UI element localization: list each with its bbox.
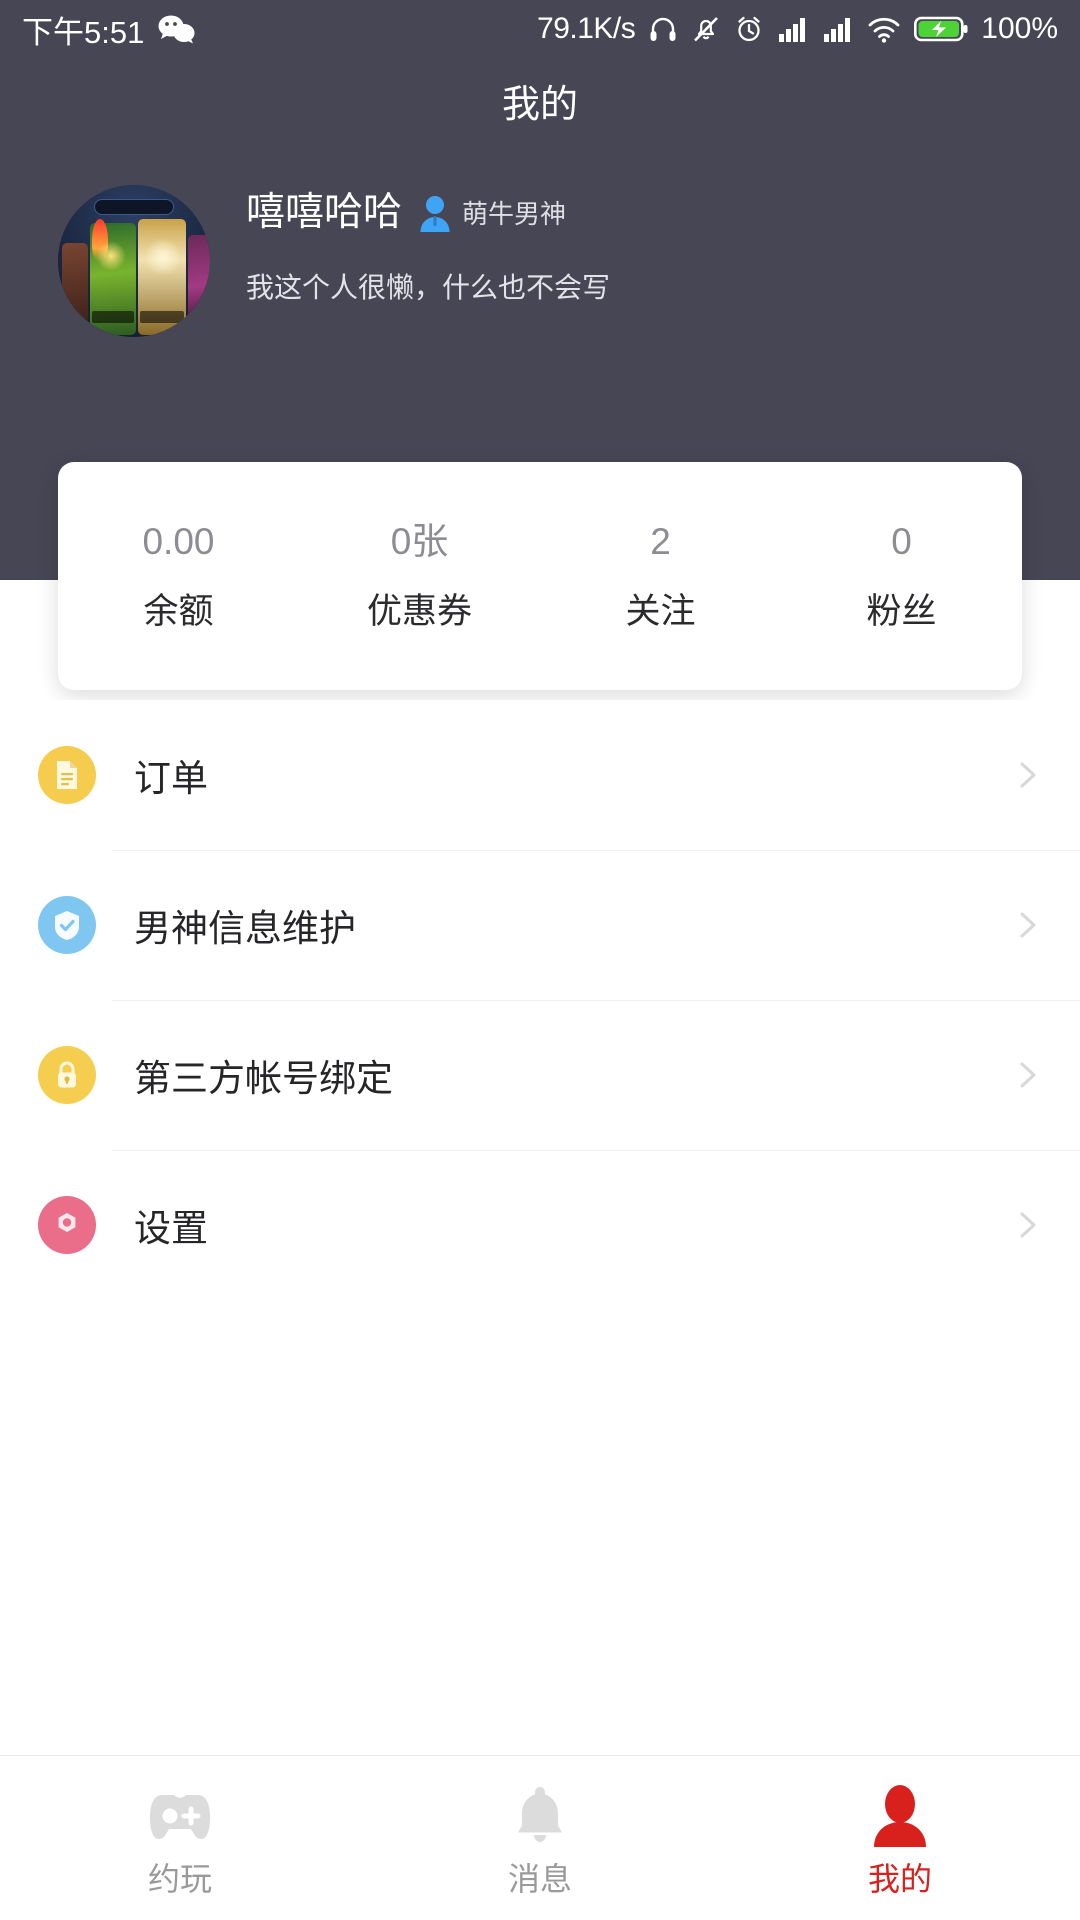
badge-label: 萌牛男神 <box>462 199 567 229</box>
wechat-icon <box>158 14 196 44</box>
profile-text: 嘻嘻哈哈 萌牛男神 我这个人很懒，什么也不会写 <box>246 185 610 306</box>
lock-icon <box>38 1046 96 1104</box>
stat-label: 关注 <box>625 592 696 631</box>
stat-coupons[interactable]: 0张 优惠券 <box>299 523 540 629</box>
shield-check-icon <box>38 896 96 954</box>
tab-mine[interactable]: 我的 <box>720 1756 1080 1920</box>
battery-charging-icon <box>914 14 968 44</box>
person-icon <box>870 1781 930 1847</box>
menu-item-label: 订单 <box>134 758 208 799</box>
gear-icon <box>38 1196 96 1254</box>
stat-label: 余额 <box>143 592 214 631</box>
chevron-right-icon <box>1012 910 1042 940</box>
profile-block: 嘻嘻哈哈 萌牛男神 我这个人很懒，什么也不会写 <box>0 185 1080 337</box>
app-root: 下午5:51 79.1K/s 100% 我的 嘻嘻哈哈 萌牛男神 我这个人很懒，… <box>0 0 1080 1920</box>
bell-mute-icon <box>691 14 721 44</box>
stat-value: 0 <box>891 521 912 562</box>
stat-balance[interactable]: 0.00 余额 <box>58 523 299 629</box>
status-bar-left: 下午5:51 <box>22 7 196 52</box>
signal-bars-icon <box>777 15 809 43</box>
status-time: 下午5:51 <box>22 14 145 50</box>
menu-item-profile-maintenance[interactable]: 男神信息维护 <box>0 850 1080 1000</box>
avatar-art <box>58 185 210 337</box>
menu-list: 订单 男神信息维护 第三方帐号绑定 设置 <box>0 700 1080 1300</box>
username: 嘻嘻哈哈 <box>246 191 403 234</box>
network-speed: 79.1K/s <box>537 12 636 45</box>
tab-messages[interactable]: 消息 <box>360 1756 720 1920</box>
status-bar: 下午5:51 79.1K/s 100% <box>0 0 1080 58</box>
profile-name-row: 嘻嘻哈哈 萌牛男神 <box>246 193 610 232</box>
stats-card: 0.00 余额 0张 优惠券 2 关注 0 粉丝 <box>58 462 1022 690</box>
chevron-right-icon <box>1012 1210 1042 1240</box>
bottom-navigation: 约玩 消息 我的 <box>0 1755 1080 1920</box>
menu-item-label: 男神信息维护 <box>134 908 356 949</box>
signal-bars-icon <box>822 15 854 43</box>
user-silhouette-icon <box>418 194 452 232</box>
stat-value: 0.00 <box>142 521 215 562</box>
tab-label: 约玩 <box>147 1861 212 1897</box>
stat-value: 2 <box>650 521 671 562</box>
headphone-icon <box>648 14 678 44</box>
stat-label: 粉丝 <box>866 592 937 631</box>
menu-item-settings[interactable]: 设置 <box>0 1150 1080 1300</box>
document-icon <box>38 746 96 804</box>
status-bar-right: 79.1K/s 100% <box>537 12 1058 46</box>
menu-item-label: 第三方帐号绑定 <box>134 1058 393 1099</box>
menu-item-label: 设置 <box>134 1208 208 1249</box>
user-bio: 我这个人很懒，什么也不会写 <box>246 272 611 303</box>
user-badge: 萌牛男神 <box>418 194 566 232</box>
tab-label: 消息 <box>507 1861 572 1897</box>
tab-label: 我的 <box>867 1861 932 1897</box>
gamepad-icon <box>142 1781 218 1847</box>
alarm-clock-icon <box>734 14 764 44</box>
menu-item-third-party-binding[interactable]: 第三方帐号绑定 <box>0 1000 1080 1150</box>
chevron-right-icon <box>1012 760 1042 790</box>
stat-value: 0张 <box>390 521 449 562</box>
stat-following[interactable]: 2 关注 <box>540 523 781 629</box>
stat-fans[interactable]: 0 粉丝 <box>781 523 1022 629</box>
tab-play[interactable]: 约玩 <box>0 1756 360 1920</box>
page-title: 我的 <box>501 84 578 126</box>
bell-icon <box>510 1781 570 1847</box>
wifi-icon <box>867 15 901 43</box>
menu-item-orders[interactable]: 订单 <box>0 700 1080 850</box>
stat-label: 优惠券 <box>366 592 472 631</box>
user-avatar-image[interactable] <box>58 185 210 337</box>
chevron-right-icon <box>1012 1060 1042 1090</box>
battery-percent: 100% <box>981 12 1058 45</box>
